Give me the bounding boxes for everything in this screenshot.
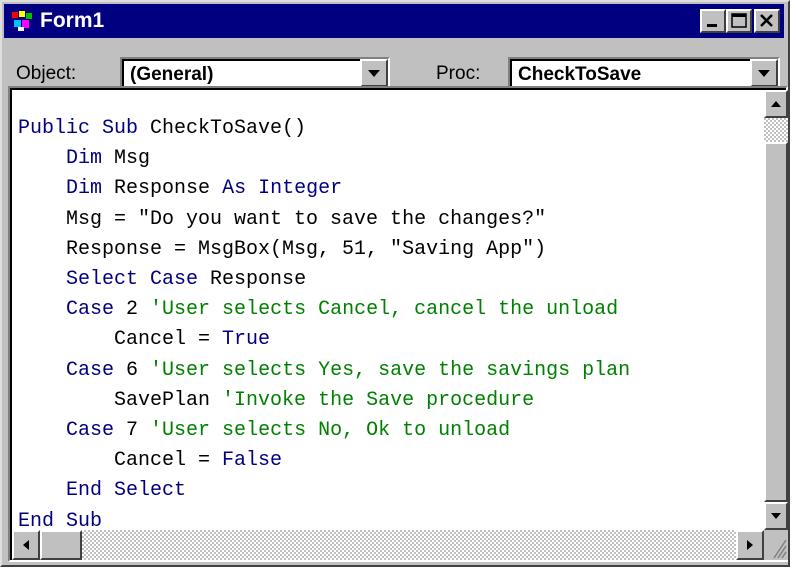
code-token: CheckToSave()	[138, 117, 307, 140]
close-button[interactable]	[754, 9, 780, 33]
code-token: 7	[114, 419, 151, 443]
window-title: Form1	[40, 9, 105, 32]
code-token: Msg	[102, 147, 151, 171]
code-line[interactable]: Cancel = True	[18, 325, 630, 355]
resize-grip-icon	[773, 539, 787, 559]
minimize-button[interactable]	[700, 9, 726, 33]
scroll-right-button[interactable]	[736, 530, 764, 560]
code-keyword: Select Case	[66, 268, 199, 292]
code-line[interactable]: Dim Response As Integer	[18, 174, 630, 204]
object-dropdown-field: (General)	[122, 59, 388, 89]
code-keyword: False	[222, 449, 283, 473]
horizontal-scroll-thumb[interactable]	[40, 530, 82, 560]
arrow-down-icon	[771, 513, 781, 519]
chevron-down-icon	[368, 70, 380, 77]
code-token: Response = MsgBox(Msg, 51, "Saving App")	[18, 237, 547, 261]
code-comment: 'User selects No, Ok to unload	[150, 419, 511, 443]
code-line[interactable]: Response = MsgBox(Msg, 51, "Saving App")	[18, 235, 630, 265]
vb-form-icon[interactable]	[10, 10, 34, 32]
code-line[interactable]: Dim Msg	[18, 144, 630, 174]
code-comment: 'User selects Yes, save the savings plan	[150, 358, 631, 382]
object-label: Object:	[16, 63, 77, 84]
code-editor[interactable]: Public Sub CheckToSave() Dim Msg Dim Res…	[8, 86, 788, 562]
title-bar[interactable]: Form1	[4, 4, 784, 38]
code-keyword: Case	[66, 419, 115, 443]
scroll-left-button[interactable]	[12, 530, 40, 560]
scroll-up-button[interactable]	[764, 90, 788, 118]
code-keyword: Public Sub	[18, 117, 139, 140]
code-token: 2	[114, 298, 151, 322]
chevron-down-icon	[758, 70, 770, 77]
size-grip[interactable]	[764, 530, 788, 560]
horizontal-scrollbar[interactable]	[12, 530, 764, 560]
code-line[interactable]: SavePlan 'Invoke the Save procedure	[18, 386, 630, 416]
code-token: 6	[114, 358, 151, 382]
code-line[interactable]: Msg = "Do you want to save the changes?"	[18, 205, 630, 235]
code-line[interactable]: Case 7 'User selects No, Ok to unload	[18, 416, 630, 446]
object-value: (General)	[130, 64, 214, 85]
arrow-up-icon	[771, 101, 781, 107]
proc-value: CheckToSave	[518, 64, 642, 85]
maximize-icon	[731, 13, 747, 28]
code-token: SavePlan	[18, 388, 223, 412]
proc-dropdown-field: CheckToSave	[510, 59, 778, 89]
code-area[interactable]: Public Sub CheckToSave() Dim Msg Dim Res…	[10, 88, 788, 560]
code-comment: 'User selects Cancel, cancel the unload	[150, 298, 619, 322]
code-keyword: Case	[66, 298, 115, 322]
code-keyword: True	[222, 328, 271, 352]
proc-label: Proc:	[436, 63, 481, 84]
code-token: Cancel =	[18, 449, 223, 473]
code-token: Response	[198, 268, 307, 292]
proc-dropdown-button[interactable]	[750, 59, 778, 87]
vertical-scrollbar[interactable]	[764, 90, 788, 530]
code-keyword: Case	[66, 358, 115, 382]
code-token: Response	[102, 177, 223, 201]
code-token: Cancel =	[18, 328, 223, 352]
code-line[interactable]: Public Sub CheckToSave()	[18, 114, 630, 144]
maximize-button[interactable]	[726, 9, 752, 33]
scroll-down-button[interactable]	[764, 502, 788, 530]
close-icon	[760, 14, 773, 27]
code-comment: 'Invoke the Save procedure	[222, 388, 535, 412]
code-line[interactable]: Case 6 'User selects Yes, save the savin…	[18, 356, 630, 386]
arrow-left-icon	[23, 540, 29, 550]
code-text[interactable]: Public Sub CheckToSave() Dim Msg Dim Res…	[18, 114, 630, 537]
code-line[interactable]: Case 2 'User selects Cancel, cancel the …	[18, 295, 630, 325]
code-keyword: Dim	[66, 177, 103, 201]
code-keyword: As Integer	[222, 177, 343, 201]
code-token: Msg = "Do you want to save the changes?"	[18, 207, 547, 231]
code-line[interactable]: End Select	[18, 476, 630, 506]
object-dropdown-button[interactable]	[360, 59, 388, 87]
code-line[interactable]: Select Case Response	[18, 265, 630, 295]
minimize-icon	[707, 24, 717, 27]
arrow-right-icon	[747, 540, 753, 550]
vertical-scroll-thumb[interactable]	[764, 142, 788, 502]
code-keyword: End Select	[66, 479, 187, 503]
code-line[interactable]: Cancel = False	[18, 446, 630, 476]
code-keyword: Dim	[66, 147, 103, 171]
